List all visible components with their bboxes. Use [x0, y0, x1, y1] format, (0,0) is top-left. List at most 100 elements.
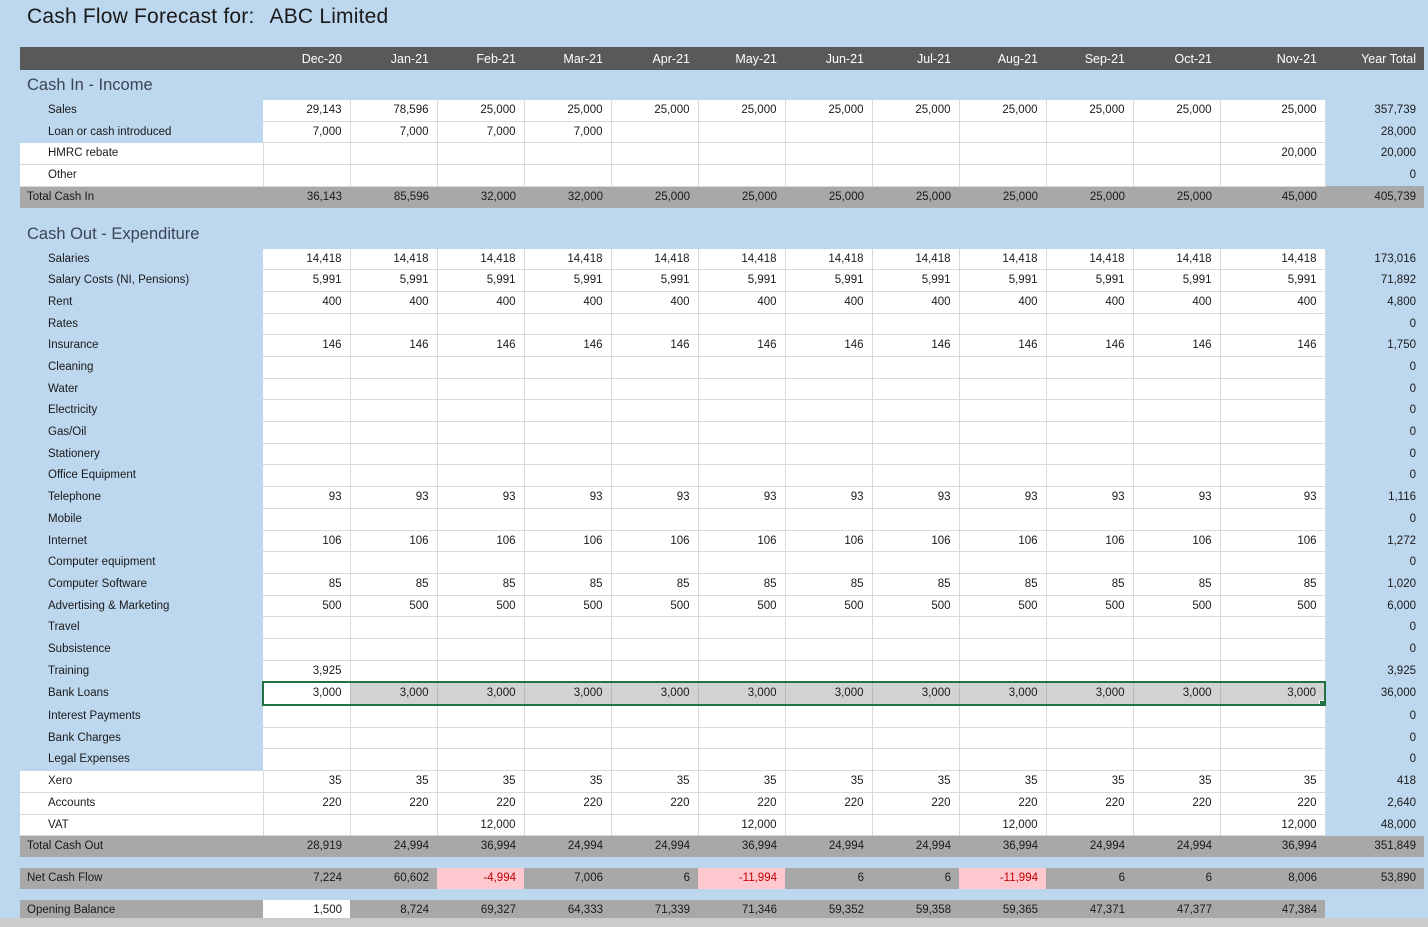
- cell-bank-charges-jan-21[interactable]: [350, 727, 437, 749]
- cell-mobile-jun-21[interactable]: [785, 508, 872, 530]
- cell-gas-oil-nov-21[interactable]: [1220, 422, 1325, 444]
- cell-stationery-feb-21[interactable]: [437, 443, 524, 465]
- cell-rent-jun-21[interactable]: 400: [785, 291, 872, 313]
- cell-telephone-dec-20[interactable]: 93: [263, 487, 350, 509]
- cell-office-equipment-nov-21[interactable]: [1220, 465, 1325, 487]
- cell-training-nov-21[interactable]: [1220, 660, 1325, 682]
- cell-rates-jun-21[interactable]: [785, 313, 872, 335]
- cell-electricity-apr-21[interactable]: [611, 400, 698, 422]
- cell-salary-costs-ni-pensions-oct-21[interactable]: 5,991: [1133, 270, 1220, 292]
- cell-water-aug-21[interactable]: [959, 378, 1046, 400]
- cell-vat-nov-21[interactable]: 12,000: [1220, 814, 1325, 836]
- cell-office-equipment-year-total[interactable]: 0: [1325, 465, 1424, 487]
- cell-electricity-feb-21[interactable]: [437, 400, 524, 422]
- column-header-jun-21[interactable]: Jun-21: [785, 47, 872, 70]
- cell-salary-costs-ni-pensions-may-21[interactable]: 5,991: [698, 270, 785, 292]
- cell-hmrc-rebate-dec-20[interactable]: [263, 143, 350, 165]
- cell-legal-expenses-sep-21[interactable]: [1046, 749, 1133, 771]
- cell-training-dec-20[interactable]: 3,925: [263, 660, 350, 682]
- cell-cleaning-year-total[interactable]: 0: [1325, 357, 1424, 379]
- cell-water-mar-21[interactable]: [524, 378, 611, 400]
- row-label-computer-equipment[interactable]: Computer equipment: [20, 552, 263, 574]
- cell-salaries-feb-21[interactable]: 14,418: [437, 249, 524, 270]
- cell-computer-equipment-feb-21[interactable]: [437, 552, 524, 574]
- cell-total-cash-in-aug-21[interactable]: 25,000: [959, 186, 1046, 207]
- cell-mobile-sep-21[interactable]: [1046, 508, 1133, 530]
- cell-insurance-year-total[interactable]: 1,750: [1325, 335, 1424, 357]
- cell-xero-oct-21[interactable]: 35: [1133, 771, 1220, 793]
- cell-sales-oct-21[interactable]: 25,000: [1133, 100, 1220, 121]
- cell-legal-expenses-dec-20[interactable]: [263, 749, 350, 771]
- cell-salary-costs-ni-pensions-sep-21[interactable]: 5,991: [1046, 270, 1133, 292]
- cell-sales-jun-21[interactable]: 25,000: [785, 100, 872, 121]
- cell-telephone-oct-21[interactable]: 93: [1133, 487, 1220, 509]
- cell-rates-dec-20[interactable]: [263, 313, 350, 335]
- cell-office-equipment-oct-21[interactable]: [1133, 465, 1220, 487]
- row-label-rent[interactable]: Rent: [20, 291, 263, 313]
- cell-hmrc-rebate-nov-21[interactable]: 20,000: [1220, 143, 1325, 165]
- cell-mobile-apr-21[interactable]: [611, 508, 698, 530]
- column-header-may-21[interactable]: May-21: [698, 47, 785, 70]
- cell-office-equipment-aug-21[interactable]: [959, 465, 1046, 487]
- cell-salary-costs-ni-pensions-dec-20[interactable]: 5,991: [263, 270, 350, 292]
- cell-total-cash-out-sep-21[interactable]: 24,994: [1046, 836, 1133, 857]
- cell-insurance-jul-21[interactable]: 146: [872, 335, 959, 357]
- cell-bank-loans-sep-21[interactable]: 3,000: [1046, 682, 1133, 705]
- cell-cleaning-feb-21[interactable]: [437, 357, 524, 379]
- cell-loan-or-cash-introduced-may-21[interactable]: [698, 121, 785, 143]
- cell-bank-loans-dec-20[interactable]: 3,000: [263, 682, 350, 705]
- cell-salaries-jun-21[interactable]: 14,418: [785, 249, 872, 270]
- row-label-hmrc-rebate[interactable]: HMRC rebate: [20, 143, 263, 165]
- cell-accounts-year-total[interactable]: 2,640: [1325, 792, 1424, 814]
- cell-electricity-jun-21[interactable]: [785, 400, 872, 422]
- cell-telephone-mar-21[interactable]: 93: [524, 487, 611, 509]
- row-label-bank-charges[interactable]: Bank Charges: [20, 727, 263, 749]
- cell-water-year-total[interactable]: 0: [1325, 378, 1424, 400]
- column-header-year-total[interactable]: Year Total: [1325, 47, 1424, 70]
- cell-net-cash-flow-nov-21[interactable]: 8,006: [1220, 868, 1325, 889]
- cell-net-cash-flow-jul-21[interactable]: 6: [872, 868, 959, 889]
- cell-bank-loans-jan-21[interactable]: 3,000: [350, 682, 437, 705]
- row-label-mobile[interactable]: Mobile: [20, 508, 263, 530]
- cell-subsistence-may-21[interactable]: [698, 639, 785, 661]
- cell-vat-jun-21[interactable]: [785, 814, 872, 836]
- cell-travel-may-21[interactable]: [698, 617, 785, 639]
- cell-mobile-dec-20[interactable]: [263, 508, 350, 530]
- cell-total-cash-out-year-total[interactable]: 351,849: [1325, 836, 1424, 857]
- cell-stationery-jul-21[interactable]: [872, 443, 959, 465]
- cell-rent-feb-21[interactable]: 400: [437, 291, 524, 313]
- cell-vat-jul-21[interactable]: [872, 814, 959, 836]
- cell-advertising-marketing-year-total[interactable]: 6,000: [1325, 595, 1424, 617]
- cell-cleaning-oct-21[interactable]: [1133, 357, 1220, 379]
- cell-bank-loans-jun-21[interactable]: 3,000: [785, 682, 872, 705]
- cell-total-cash-in-jul-21[interactable]: 25,000: [872, 186, 959, 207]
- cell-cleaning-may-21[interactable]: [698, 357, 785, 379]
- row-label-loan-or-cash-introduced[interactable]: Loan or cash introduced: [20, 121, 263, 143]
- cell-internet-jun-21[interactable]: 106: [785, 530, 872, 552]
- row-label-xero[interactable]: Xero: [20, 771, 263, 793]
- column-header-aug-21[interactable]: Aug-21: [959, 47, 1046, 70]
- cell-stationery-may-21[interactable]: [698, 443, 785, 465]
- cell-other-oct-21[interactable]: [1133, 165, 1220, 187]
- cell-loan-or-cash-introduced-dec-20[interactable]: 7,000: [263, 121, 350, 143]
- cell-accounts-may-21[interactable]: 220: [698, 792, 785, 814]
- cell-electricity-aug-21[interactable]: [959, 400, 1046, 422]
- cell-total-cash-in-year-total[interactable]: 405,739: [1325, 186, 1424, 207]
- cell-salaries-sep-21[interactable]: 14,418: [1046, 249, 1133, 270]
- column-header-dec-20[interactable]: Dec-20: [263, 47, 350, 70]
- cell-computer-equipment-sep-21[interactable]: [1046, 552, 1133, 574]
- cell-insurance-jun-21[interactable]: 146: [785, 335, 872, 357]
- cell-sales-year-total[interactable]: 357,739: [1325, 100, 1424, 121]
- cell-other-apr-21[interactable]: [611, 165, 698, 187]
- cell-hmrc-rebate-may-21[interactable]: [698, 143, 785, 165]
- cell-accounts-apr-21[interactable]: 220: [611, 792, 698, 814]
- cell-hmrc-rebate-feb-21[interactable]: [437, 143, 524, 165]
- cell-other-aug-21[interactable]: [959, 165, 1046, 187]
- cell-legal-expenses-feb-21[interactable]: [437, 749, 524, 771]
- cell-total-cash-in-oct-21[interactable]: 25,000: [1133, 186, 1220, 207]
- cell-office-equipment-mar-21[interactable]: [524, 465, 611, 487]
- cell-bank-loans-mar-21[interactable]: 3,000: [524, 682, 611, 705]
- row-label-total-cash-out[interactable]: Total Cash Out: [20, 836, 263, 857]
- cell-telephone-feb-21[interactable]: 93: [437, 487, 524, 509]
- cell-travel-nov-21[interactable]: [1220, 617, 1325, 639]
